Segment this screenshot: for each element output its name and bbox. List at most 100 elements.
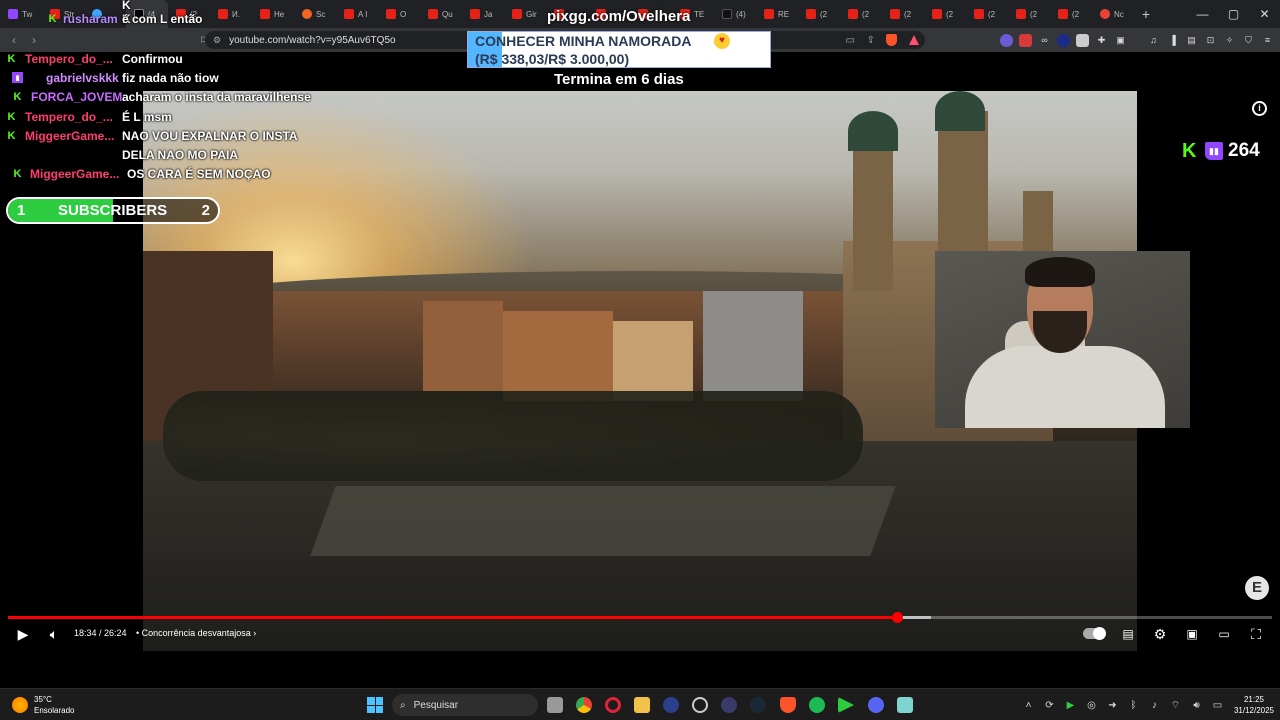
player-controls: ▶ 🔈︎ 18:34 / 26:24 • Concorrência desvan… — [0, 622, 1280, 646]
sidebar-icon[interactable]: ▐ — [1166, 34, 1179, 47]
browser-tab-label: (2 — [988, 9, 996, 19]
spotify-icon[interactable] — [809, 697, 825, 713]
extension-blue-icon[interactable] — [1057, 33, 1070, 47]
youtube-icon — [344, 9, 354, 19]
browser-tab-label: (2 — [904, 9, 912, 19]
autoplay-toggle[interactable] — [1083, 627, 1106, 640]
discord-icon[interactable] — [868, 697, 884, 713]
brave-rewards-icon[interactable] — [909, 35, 919, 45]
volume-icon[interactable]: 🔈︎ — [45, 622, 63, 646]
vpn-tray-icon[interactable]: ◎ — [1081, 700, 1102, 711]
wifi-icon[interactable]: ⌔ — [1165, 699, 1186, 712]
app-arrow-icon[interactable] — [721, 697, 737, 713]
microphone-icon[interactable]: ♪ — [1144, 700, 1165, 711]
youtube-icon — [848, 9, 858, 19]
chat-message-text: OS CARA É SEM NOÇAO — [127, 167, 271, 181]
steam-icon[interactable] — [750, 697, 766, 713]
channel-watermark-icon[interactable]: E — [1245, 576, 1269, 600]
youtube-icon — [512, 9, 522, 19]
browser-tab[interactable]: Sc — [294, 0, 336, 28]
shield-icon[interactable]: ⛉ — [1242, 34, 1255, 47]
chevron-up-icon[interactable]: ˄ — [1018, 700, 1039, 711]
browser-tab[interactable]: Qu — [420, 0, 462, 28]
browser-tab[interactable]: (2 — [924, 0, 966, 28]
arrow-tray-icon[interactable]: ➜ — [1102, 700, 1123, 711]
vpn-icon[interactable]: ⊡ — [1204, 34, 1217, 47]
battery-icon[interactable]: ▭ — [1207, 700, 1228, 711]
play-tray-icon[interactable]: ▶ — [1060, 700, 1081, 711]
browser-tab[interactable]: RE — [756, 0, 798, 28]
fullscreen-icon[interactable]: ⛶ — [1246, 622, 1266, 646]
chat-username[interactable]: MiggeerGame... — [25, 129, 114, 143]
miniplayer-icon[interactable]: ▣ — [1182, 622, 1202, 646]
extension-glasses-icon[interactable]: ∞ — [1038, 34, 1051, 47]
menu-icon[interactable]: ≡ — [1261, 34, 1274, 47]
file-explorer-icon[interactable] — [634, 697, 650, 713]
maximize-button[interactable]: ▢ — [1218, 0, 1249, 28]
app-icon[interactable] — [663, 697, 679, 713]
chat-message: K MiggeerGame... NAO VOU EXPALNAR O INSTA — [0, 127, 300, 145]
sync-icon[interactable]: ⟳ — [1039, 700, 1060, 711]
taskbar-search[interactable]: ⌕ Pesquisar — [392, 694, 538, 716]
windows-start-icon[interactable] — [367, 697, 383, 713]
minimize-button[interactable]: — — [1187, 0, 1218, 28]
chat-message: Krusharam é com L então — [0, 10, 300, 28]
system-tray: ˄ ⟳ ▶ ◎ ➜ ᛒ ♪ ⌔ 🔊︎ ▭ 21:25 31/12/2025 — [1018, 689, 1280, 720]
weather-widget[interactable]: 35°C Ensolarado — [12, 694, 74, 716]
close-button[interactable]: ✕ — [1249, 0, 1280, 28]
clock[interactable]: 21:25 31/12/2025 — [1228, 694, 1280, 716]
brave-shield-icon[interactable] — [886, 34, 897, 46]
chat-username[interactable]: rusharam — [63, 12, 118, 26]
browser-tab[interactable]: Nc — [1092, 0, 1134, 28]
browser-tab[interactable]: Ja — [462, 0, 504, 28]
new-tab-button[interactable]: + — [1134, 6, 1158, 22]
task-view-icon[interactable] — [547, 697, 563, 713]
info-icon[interactable]: i — [1252, 101, 1267, 116]
taskbar: 35°C Ensolarado ⌕ Pesquisar ˄ ⟳ ▶ ◎ ➜ ᛒ … — [0, 688, 1280, 720]
browser-tab[interactable]: (4) — [714, 0, 756, 28]
extension-box-icon[interactable]: ▣ — [1114, 34, 1127, 47]
subtitles-icon[interactable]: ▤ — [1118, 622, 1138, 646]
browser-tab[interactable]: A I — [336, 0, 378, 28]
chat-username[interactable]: MiggeerGame... — [30, 167, 119, 181]
chat-username[interactable]: gabrielvskkk — [46, 71, 119, 85]
chapter-title[interactable]: • Concorrência desvantajosa › — [136, 628, 256, 638]
chat-username[interactable]: FORCA_JOVEM — [31, 90, 122, 104]
browser-tab[interactable]: (2 — [1008, 0, 1050, 28]
github-icon[interactable] — [692, 697, 708, 713]
progress-bar[interactable] — [8, 612, 1272, 623]
browser-tab[interactable]: Gir — [504, 0, 546, 28]
extension-grid-icon[interactable] — [1076, 33, 1089, 47]
settings-gear-icon[interactable]: ⚙ — [1150, 622, 1170, 646]
launcher-icon[interactable] — [838, 697, 854, 713]
brave-icon[interactable] — [780, 697, 796, 713]
chat-username[interactable]: Tempero_do_... — [25, 110, 113, 124]
chat-overlay: K K Krusharam é com L então K Tempero_do_... C… — [0, 0, 311, 190]
browser-tab[interactable]: (2 — [798, 0, 840, 28]
opera-gx-icon[interactable] — [605, 697, 621, 713]
chapter-title-text: • Concorrência desvantajosa — [136, 628, 251, 638]
speaker-tray-icon[interactable]: 🔊︎ — [1186, 700, 1207, 711]
browser-tab-label: A I — [358, 9, 368, 19]
music-note-icon[interactable]: ♫ — [1147, 34, 1160, 47]
browser-tab[interactable]: O — [378, 0, 420, 28]
sun-icon — [12, 697, 28, 713]
extension-purple-icon[interactable] — [1000, 33, 1013, 47]
browser-tab[interactable]: (2 — [966, 0, 1008, 28]
extension-red-icon[interactable] — [1019, 33, 1032, 47]
donation-goal-amount: (R$ 338,03/R$ 3.000,00) — [475, 51, 630, 67]
chrome-icon[interactable] — [576, 697, 592, 713]
share-icon[interactable]: ⇪ — [867, 35, 875, 46]
browser-tab[interactable]: (2 — [1050, 0, 1092, 28]
extensions-puzzle-icon[interactable]: ✚ — [1095, 34, 1108, 47]
install-icon[interactable]: ▭ — [846, 35, 855, 46]
bluetooth-icon[interactable]: ᛒ — [1123, 700, 1144, 711]
notepad-icon[interactable] — [897, 697, 913, 713]
wallet-icon[interactable]: ▤ — [1185, 34, 1198, 47]
browser-tab[interactable]: (2 — [840, 0, 882, 28]
browser-tab[interactable]: (2 — [882, 0, 924, 28]
leo-ai-icon[interactable]: ✧ — [1223, 34, 1236, 47]
theater-mode-icon[interactable]: ▭ — [1214, 622, 1234, 646]
play-icon[interactable]: ▶ — [14, 622, 32, 646]
chat-username[interactable]: Tempero_do_... — [25, 52, 113, 66]
